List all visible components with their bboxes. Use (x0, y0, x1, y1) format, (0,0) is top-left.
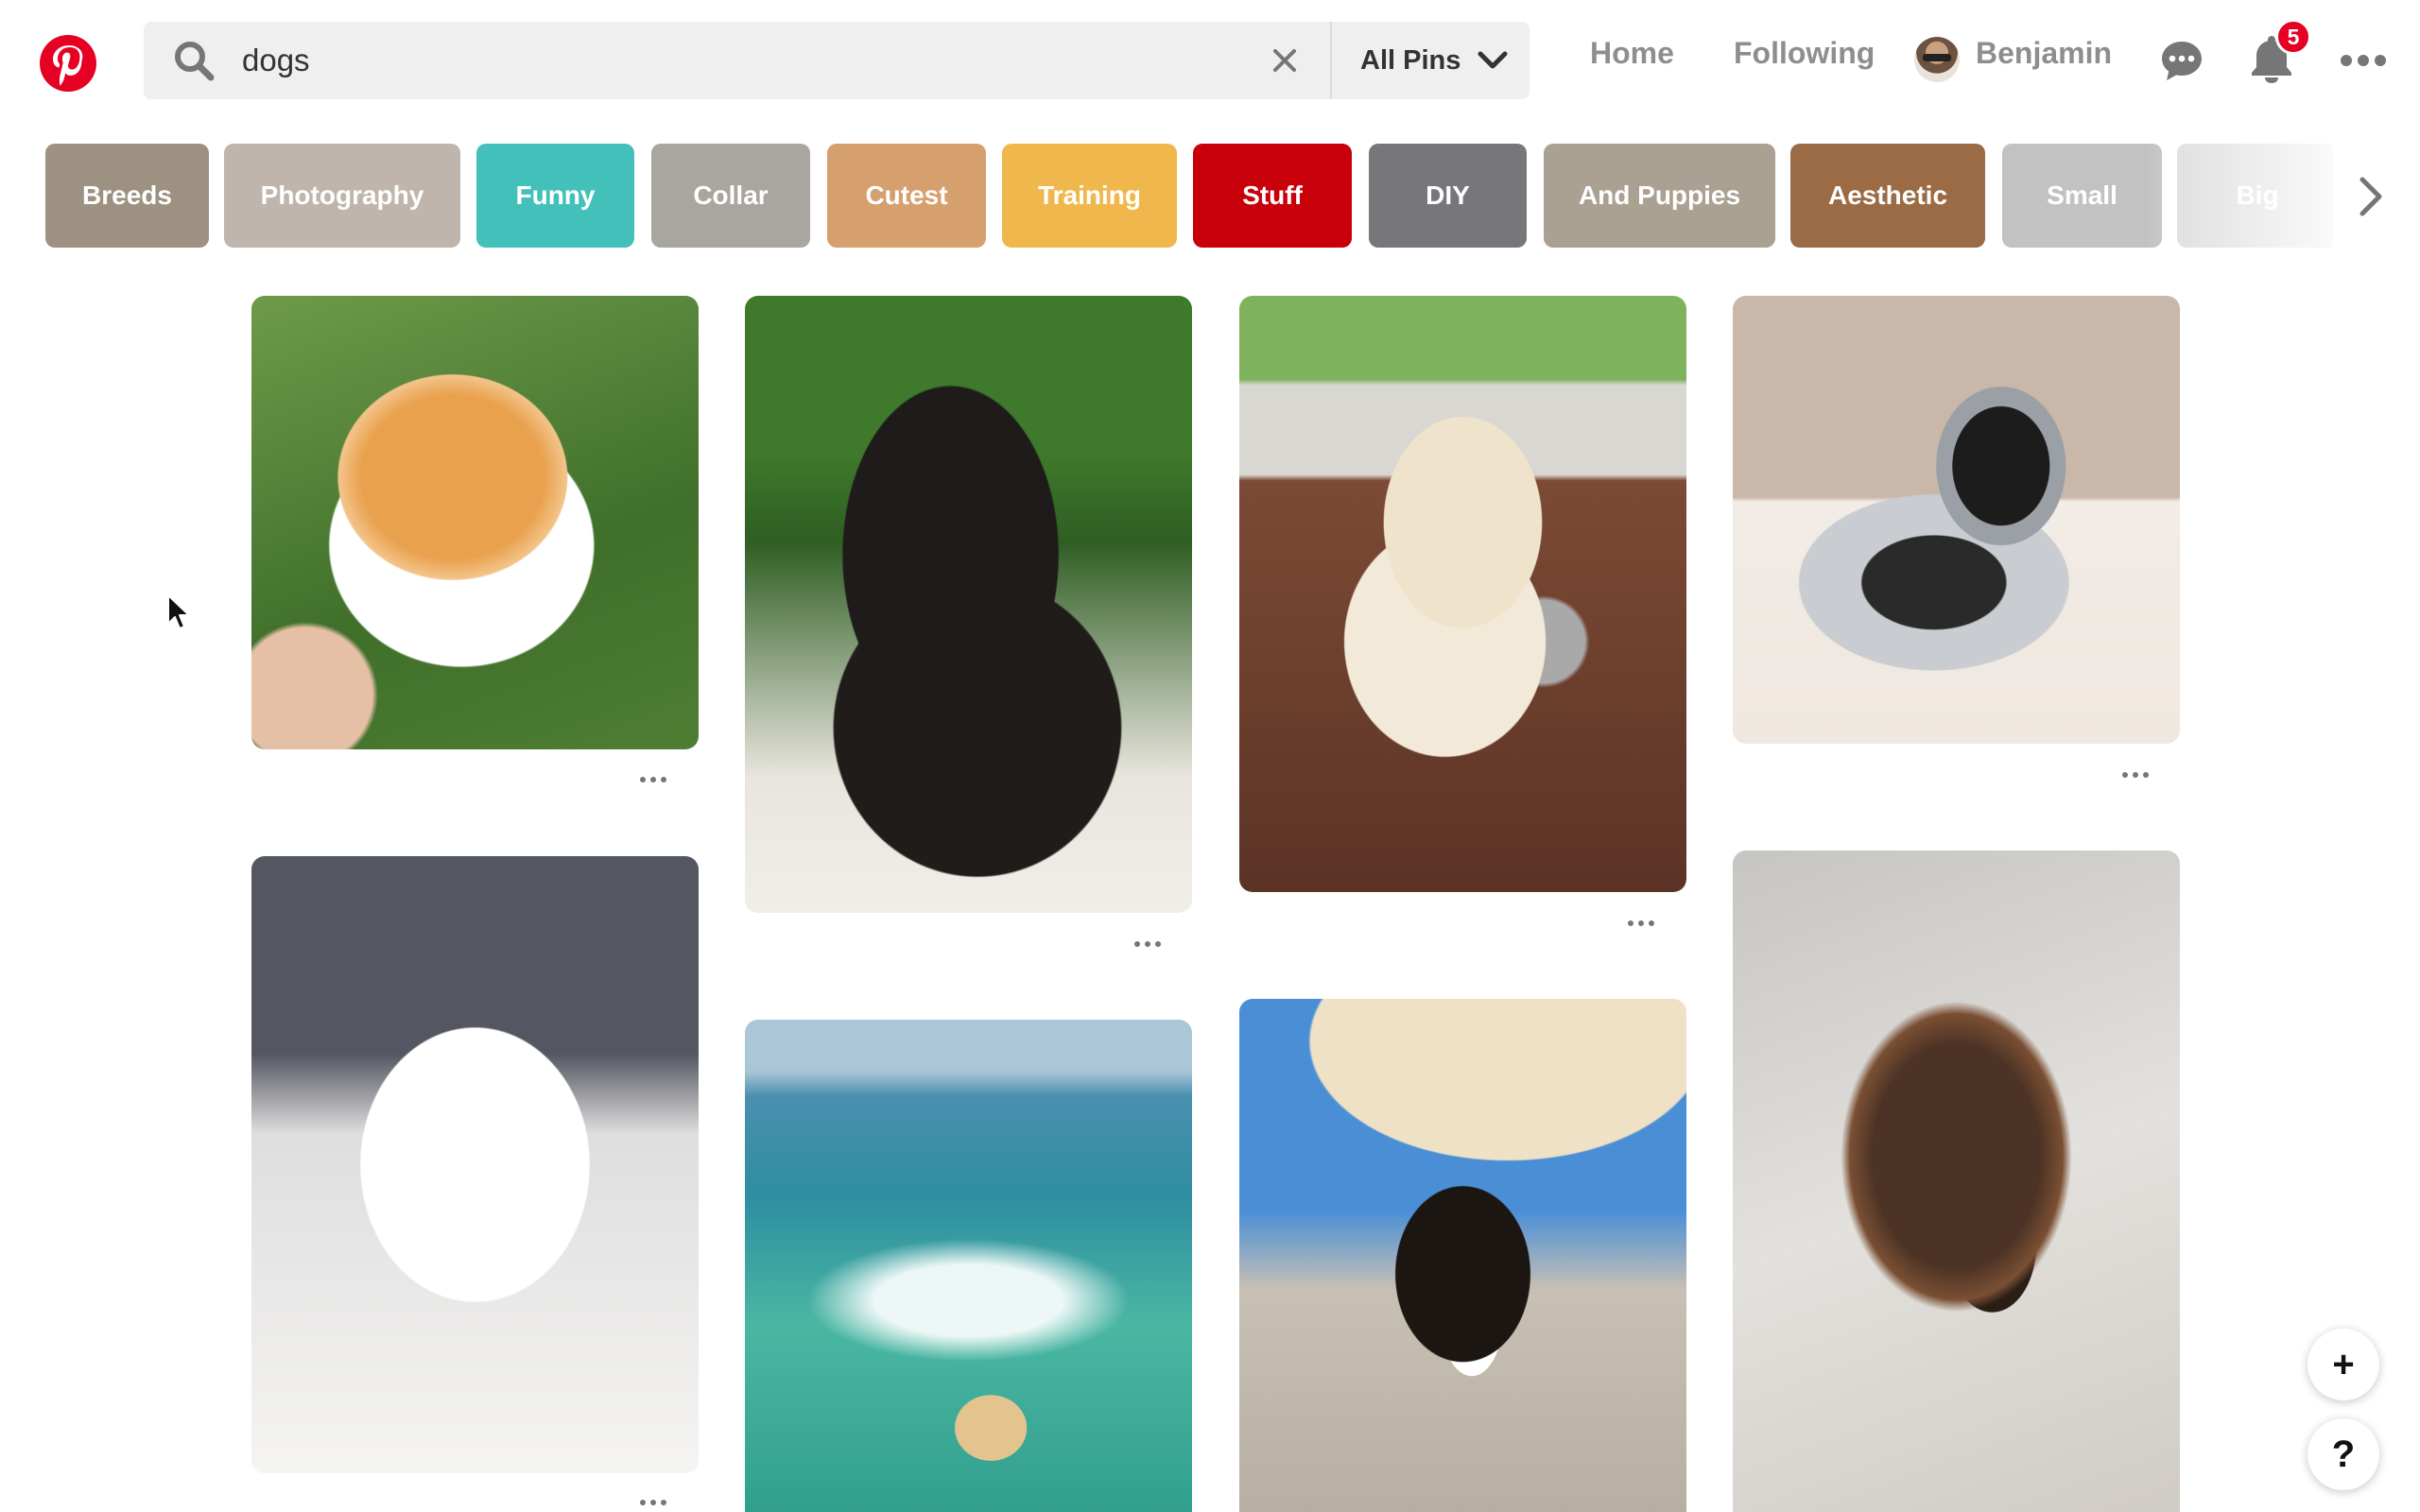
top-header: All Pins Home Following Benjamin 5 (0, 0, 2420, 123)
ellipsis-icon (1134, 941, 1161, 947)
nav-home-link[interactable]: Home (1590, 36, 1674, 71)
guide-chip-and-puppies[interactable]: And Puppies (1544, 144, 1775, 248)
guide-chip-diy[interactable]: DIY (1369, 144, 1527, 248)
pin-more-button[interactable] (2117, 765, 2154, 784)
pin-image-australian-shepherd-puppy[interactable] (1733, 296, 2180, 744)
search-bar: All Pins (144, 22, 1530, 99)
nav-following-link[interactable]: Following (1734, 36, 1875, 71)
search-guides: Breeds Photography Funny Collar Cutest T… (45, 144, 2333, 249)
guide-chip-collar[interactable]: Collar (651, 144, 810, 248)
mouse-cursor-icon (167, 594, 190, 629)
guide-chip-small[interactable]: Small (2002, 144, 2162, 248)
messages-button[interactable] (2155, 34, 2208, 87)
guide-chip-cutest[interactable]: Cutest (827, 144, 986, 248)
notification-count-badge: 5 (2275, 19, 2311, 55)
pin-image-orange-pomeranian[interactable] (251, 296, 699, 749)
pin-more-button[interactable] (1129, 935, 1167, 954)
guide-chip-aesthetic[interactable]: Aesthetic (1790, 144, 1985, 248)
pin-image-white-pomeranian[interactable] (251, 856, 699, 1473)
pin-more-button[interactable] (634, 1493, 672, 1512)
pin-image-german-shepherd-puppy[interactable] (1733, 850, 2180, 1512)
ellipsis-icon (640, 777, 666, 782)
guide-chip-photography[interactable]: Photography (224, 144, 460, 248)
help-button[interactable]: ? (2308, 1418, 2379, 1490)
chat-bubble-icon (2162, 42, 2202, 80)
pin-image-bernese-mountain-puppy[interactable] (1239, 999, 1686, 1512)
avatar[interactable] (1914, 37, 1960, 82)
chevron-right-icon[interactable] (2349, 172, 2391, 221)
guide-chip-training[interactable]: Training (1002, 144, 1177, 248)
search-scope-dropdown[interactable]: All Pins (1330, 22, 1530, 99)
ellipsis-icon (2122, 772, 2149, 778)
add-pin-button[interactable]: + (2308, 1329, 2379, 1400)
ellipsis-icon (1628, 920, 1654, 926)
pin-image-black-puppy[interactable] (745, 296, 1192, 913)
guide-chip-big[interactable]: Big (2177, 144, 2333, 248)
pin-more-button[interactable] (1622, 914, 1660, 933)
pinterest-logo-icon[interactable] (39, 34, 97, 93)
guide-chip-funny[interactable]: Funny (476, 144, 634, 248)
guide-chip-breeds[interactable]: Breeds (45, 144, 209, 248)
more-options-button[interactable] (2337, 34, 2390, 87)
chevron-down-icon (1478, 51, 1508, 69)
guide-chip-stuff[interactable]: Stuff (1193, 144, 1352, 248)
pin-image-golden-retriever-puppy[interactable] (1239, 296, 1686, 892)
profile-name-link[interactable]: Benjamin (1976, 36, 2112, 71)
ellipsis-icon (2341, 55, 2386, 66)
search-icon (175, 42, 215, 81)
ellipsis-icon (640, 1500, 666, 1505)
search-input[interactable] (242, 35, 1282, 86)
close-icon[interactable] (1264, 40, 1305, 81)
search-scope-label: All Pins (1360, 44, 1461, 76)
pin-more-button[interactable] (634, 770, 672, 789)
pin-image-dog-swimming[interactable] (745, 1020, 1192, 1512)
